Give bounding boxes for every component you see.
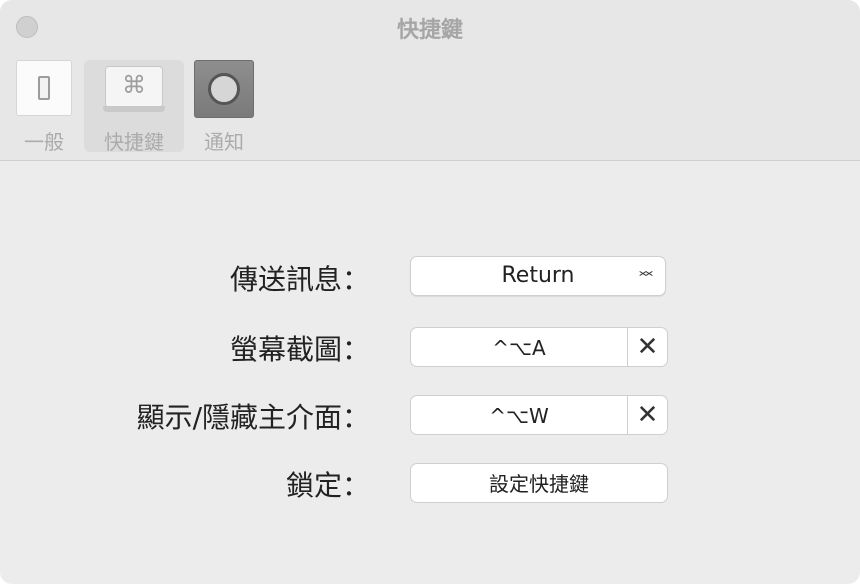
notification-icon	[194, 60, 254, 118]
set-lock-shortcut-button[interactable]: 設定快捷鍵	[410, 463, 668, 503]
toolbar: 快捷鍵 一般 ⌘ 快捷鍵 通知	[0, 0, 860, 161]
command-key-icon: ⌘	[105, 66, 163, 108]
chevron-up-down-icon: ︿ ﹀	[639, 263, 653, 287]
show-hide-shortcut-field[interactable]: ^⌥W	[410, 395, 628, 435]
send-message-label: 傳送訊息：	[229, 263, 370, 296]
command-key-icon-base	[103, 106, 165, 112]
switch-icon	[16, 60, 72, 116]
tab-shortcuts[interactable]: ⌘ 快捷鍵	[84, 60, 184, 154]
show-hide-label: 顯示/隱藏主介面：	[136, 401, 370, 434]
tab-notifications[interactable]: 通知	[190, 60, 258, 154]
notification-dot	[208, 73, 240, 105]
tab-shortcuts-label: 快捷鍵	[104, 130, 164, 154]
screenshot-label: 螢幕截圖：	[229, 333, 370, 366]
tab-notifications-label: 通知	[204, 130, 244, 154]
show-hide-clear-button[interactable]: ✕	[627, 395, 668, 435]
send-message-popup[interactable]: Return ︿ ﹀	[410, 256, 666, 296]
window-title: 快捷鍵	[396, 18, 463, 43]
switch-knob	[38, 76, 50, 100]
lock-label: 鎖定：	[285, 469, 370, 502]
screenshot-clear-button[interactable]: ✕	[627, 327, 668, 367]
send-message-value: Return	[501, 263, 575, 288]
tab-general[interactable]: 一般	[12, 60, 76, 154]
preferences-window: 快捷鍵 一般 ⌘ 快捷鍵 通知 傳送訊息： Return ︿ ﹀ 螢幕截圖： ^…	[0, 0, 860, 584]
screenshot-shortcut-field[interactable]: ^⌥A	[410, 327, 628, 367]
tab-general-label: 一般	[24, 130, 64, 154]
